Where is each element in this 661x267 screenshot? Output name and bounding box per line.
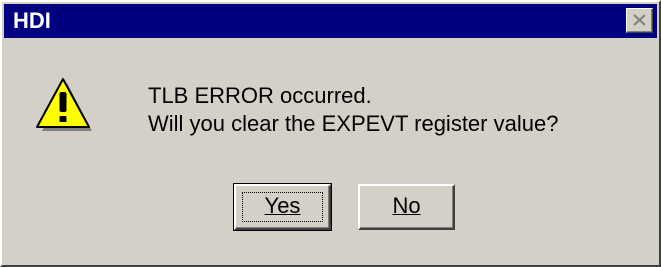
message-line-2: Will you clear the EXPEVT register value… (148, 111, 559, 136)
yes-button[interactable]: Yes (233, 183, 332, 231)
warning-icon (36, 78, 92, 131)
message-line-1: TLB ERROR occurred. (148, 83, 372, 108)
dialog-message: TLB ERROR occurred. Will you clear the E… (148, 82, 558, 138)
window-title: HDI (13, 8, 51, 33)
yes-button-label: Yes (264, 193, 301, 218)
close-icon (633, 14, 646, 26)
title-bar[interactable]: HDI (4, 4, 657, 38)
close-button[interactable] (626, 8, 653, 33)
message-dialog: HDI TLB ERROR occurred. Will you clear t… (0, 0, 661, 267)
no-button-label: No (392, 193, 421, 218)
no-button[interactable]: No (358, 184, 455, 230)
